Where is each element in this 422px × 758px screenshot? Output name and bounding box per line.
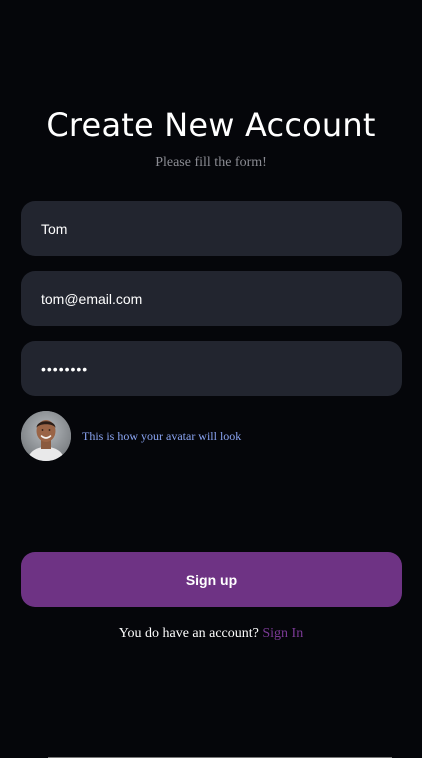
password-field[interactable] bbox=[21, 341, 402, 396]
name-field[interactable] bbox=[21, 201, 402, 256]
page-subtitle: Please fill the form! bbox=[155, 155, 267, 170]
signin-prompt: You do have an account? bbox=[118, 626, 263, 641]
signin-link[interactable]: Sign In bbox=[262, 626, 303, 641]
avatar bbox=[21, 411, 71, 461]
avatar-preview-row: This is how your avatar will look bbox=[21, 411, 241, 461]
signup-button[interactable]: Sign up bbox=[21, 552, 402, 607]
email-field[interactable] bbox=[21, 271, 402, 326]
avatar-caption: This is how your avatar will look bbox=[82, 428, 242, 443]
page-title: Create New Account bbox=[46, 106, 376, 144]
avatar-photo bbox=[21, 411, 71, 461]
signin-row: You do have an account? Sign In bbox=[0, 626, 422, 642]
